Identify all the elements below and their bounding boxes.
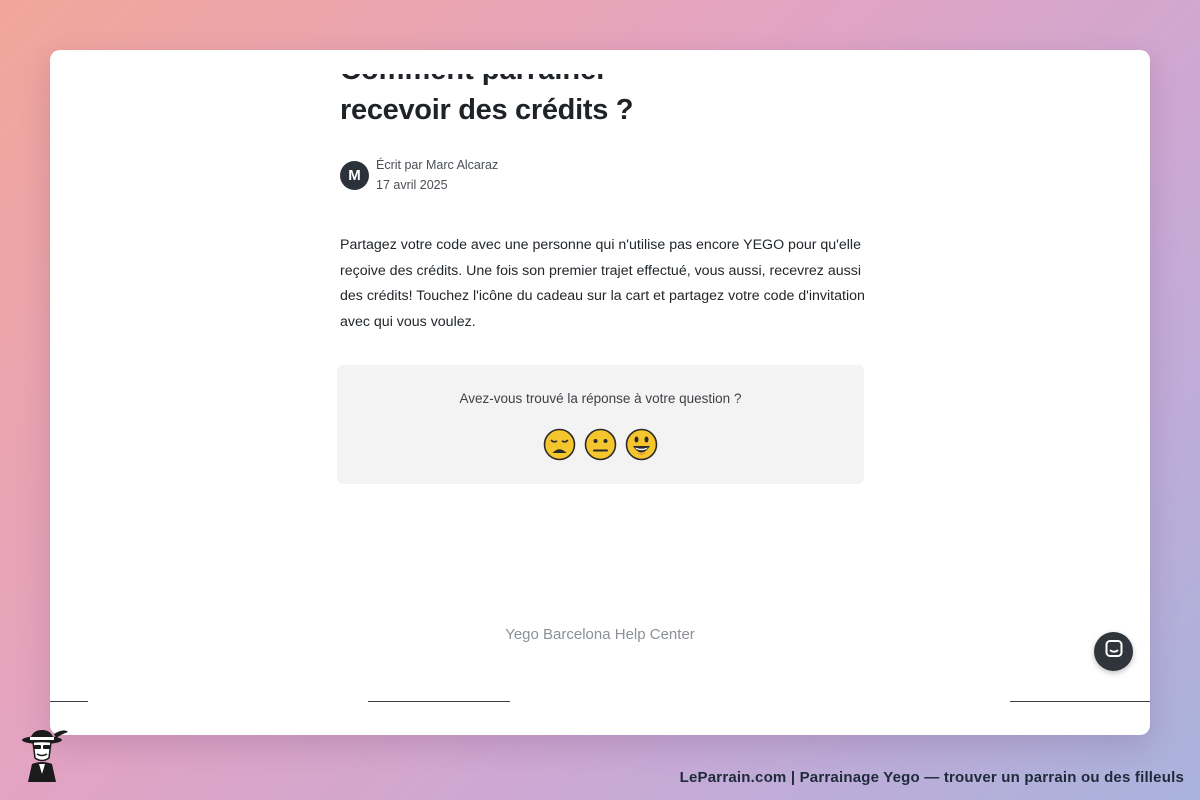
disappointed-face-icon[interactable] [543, 428, 576, 461]
footer-brand-link[interactable]: Yego Barcelona Help Center [50, 626, 1150, 643]
article-title-clipped-line: Comment parrainer quelqu'un pour [340, 74, 740, 88]
smiley-face-icon[interactable] [625, 428, 658, 461]
page-divider [50, 701, 1150, 702]
article-title: recevoir des crédits ? [340, 94, 634, 126]
feedback-reactions [337, 428, 864, 461]
author-meta: Écrit par Marc Alcaraz 17 avril 2025 [376, 155, 498, 195]
chat-bubble-icon [1104, 639, 1124, 664]
neutral-face-icon[interactable] [584, 428, 617, 461]
avatar: M [340, 160, 369, 190]
article-author: M Écrit par Marc Alcaraz 17 avril 2025 [340, 155, 498, 195]
detective-mascot-icon [16, 728, 72, 784]
feedback-box: Avez-vous trouvé la réponse à votre ques… [337, 365, 864, 484]
article-date: 17 avril 2025 [376, 178, 448, 192]
author-byline: Écrit par Marc Alcaraz [376, 158, 499, 172]
article-body: Partagez votre code avec une personne qu… [340, 237, 865, 330]
chat-launcher-button[interactable] [1094, 632, 1133, 671]
help-center-window: Comment parrainer quelqu'un pour recevoi… [50, 50, 1150, 735]
page-caption: LeParrain.com | Parrainage Yego — trouve… [679, 769, 1184, 786]
feedback-question: Avez-vous trouvé la réponse à votre ques… [459, 391, 742, 406]
